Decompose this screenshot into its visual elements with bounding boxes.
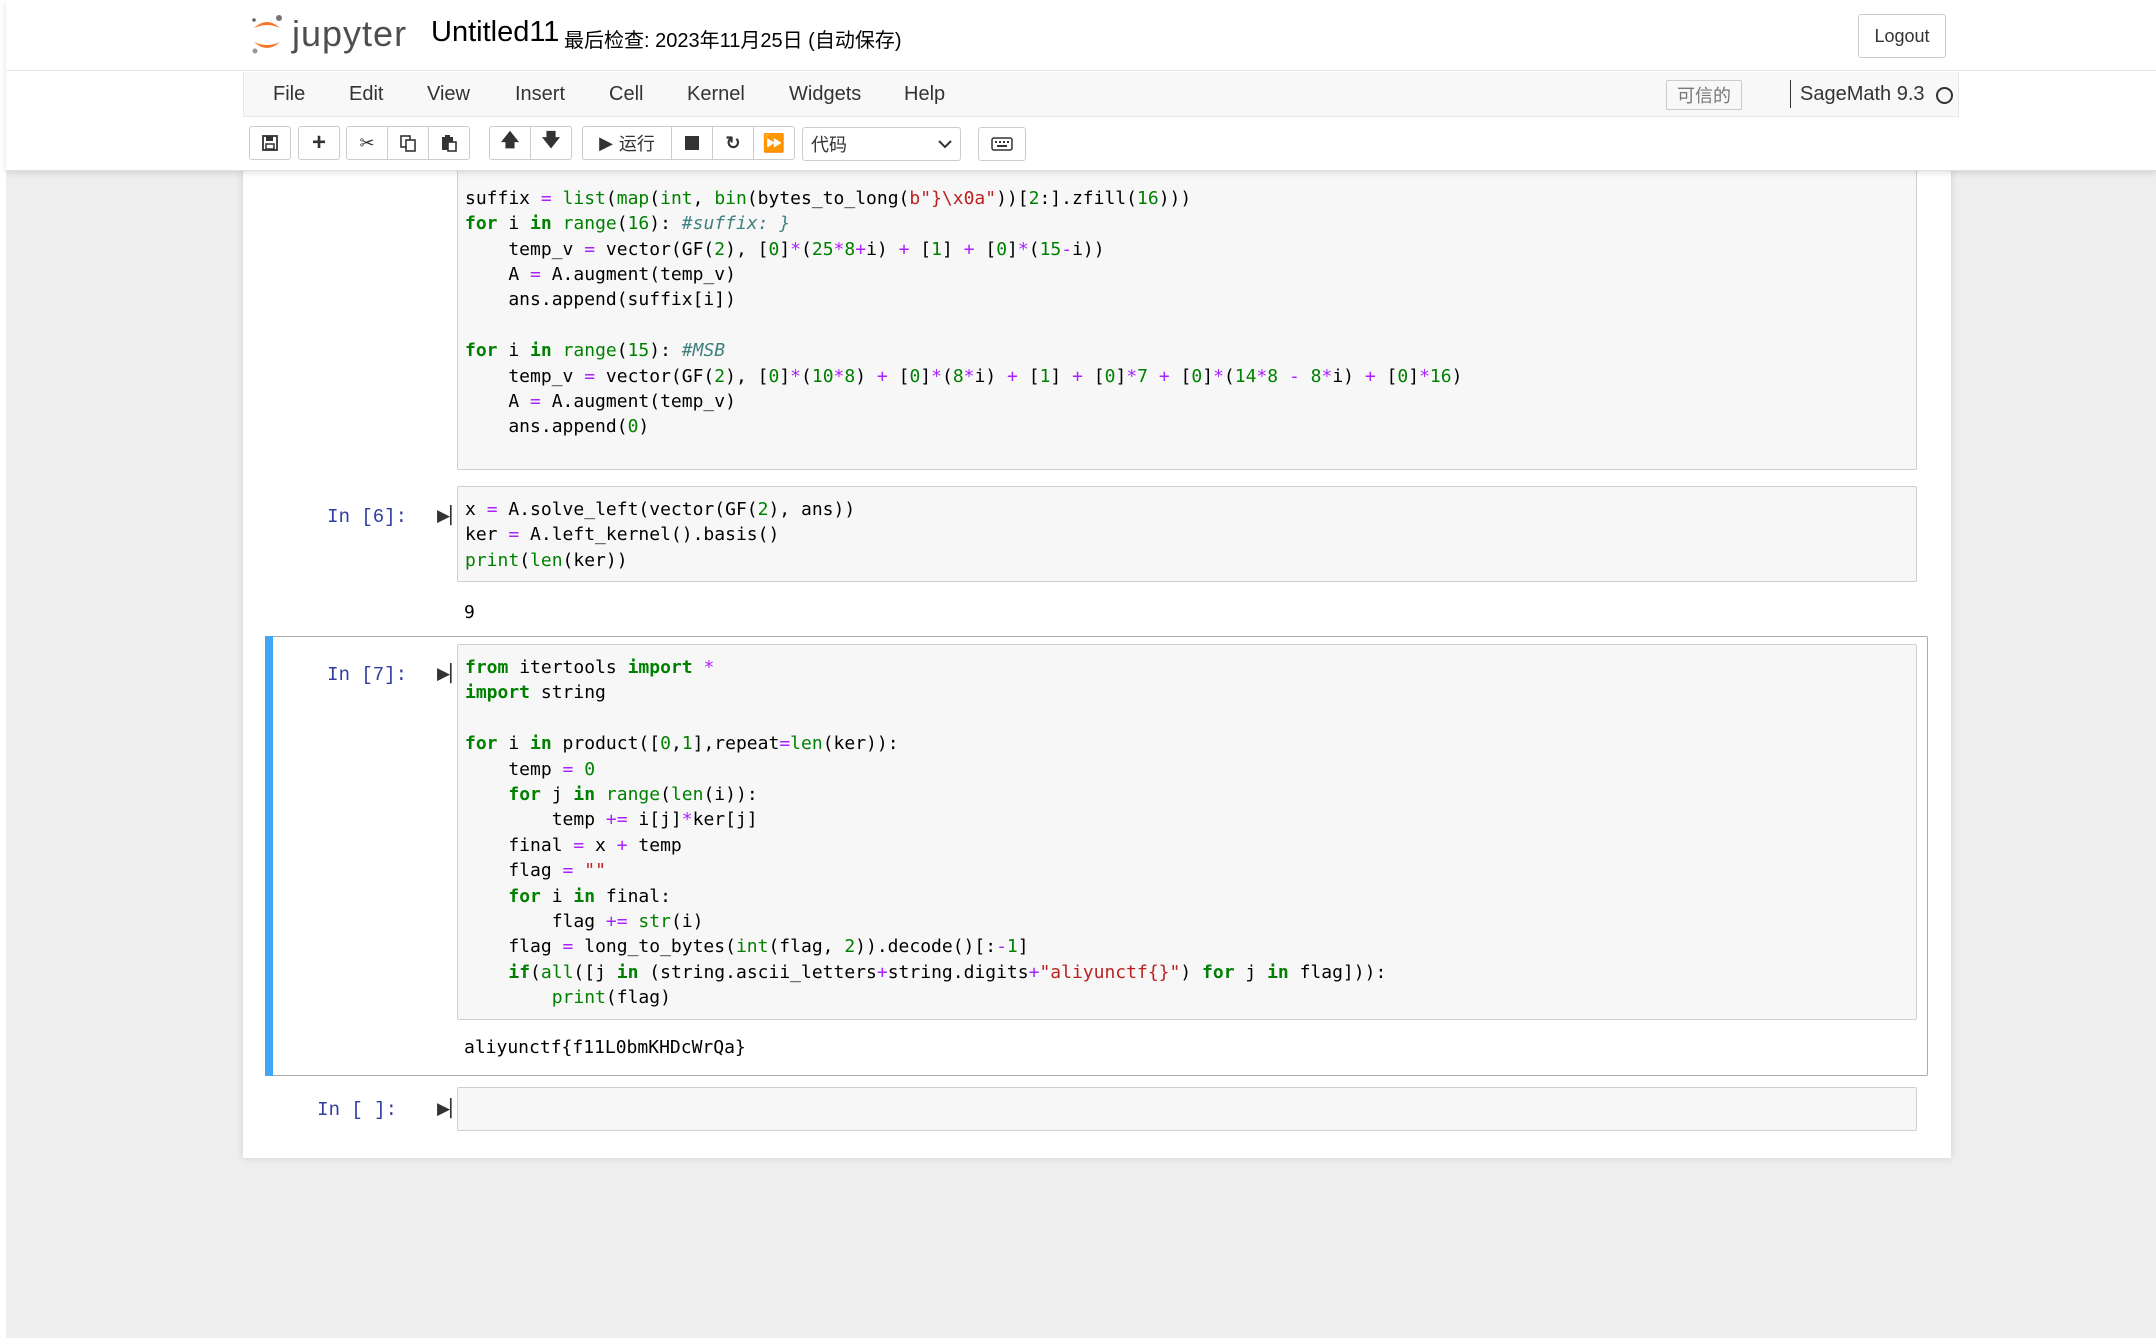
notebook-container: ans.append(prefix[i])suffix = list(map(i… xyxy=(243,120,1951,1158)
code-line: for i in range(15): #MSB xyxy=(465,340,726,362)
code-line: A = A.augment(temp_v) xyxy=(465,390,736,412)
code-line: if(all([j in (string.ascii_letters+strin… xyxy=(508,961,1387,983)
paste-icon xyxy=(442,135,457,152)
code-line: import string xyxy=(465,682,606,704)
jupyter-logo-text: jupyter xyxy=(292,13,408,54)
code-input[interactable] xyxy=(457,1087,1917,1131)
code-line: for j in range(len(i)): xyxy=(508,783,758,805)
code-line: suffix = list(map(int, bin(bytes_to_long… xyxy=(465,187,1192,209)
move-up-button[interactable]: 🡅 xyxy=(489,126,531,160)
run-button-label: 运行 xyxy=(618,134,655,154)
empty-code-cell[interactable]: In [ ]: ▶▏ xyxy=(267,1087,1930,1133)
kernel-name[interactable]: SageMath 9.3 xyxy=(1800,83,1925,106)
command-palette-button[interactable] xyxy=(978,127,1026,161)
scissors-icon: ✂ xyxy=(359,132,375,153)
menu-kernel[interactable]: Kernel xyxy=(687,83,745,106)
code-line: x = A.solve_left(vector(GF(2), ans)) xyxy=(465,499,856,520)
cell-type-value: 代码 xyxy=(811,135,847,155)
code-line: flag = long_to_bytes(int(flag, 2)).decod… xyxy=(465,936,1029,958)
menu-file[interactable]: File xyxy=(273,83,305,106)
interrupt-button[interactable] xyxy=(671,126,713,160)
arrow-up-icon: 🡅 xyxy=(500,130,520,150)
trusted-badge[interactable]: 可信的 xyxy=(1666,80,1742,110)
code-line: ans.append(0) xyxy=(465,416,650,438)
code-line: print(len(ker)) xyxy=(465,549,628,571)
code-line: print(flag) xyxy=(551,987,671,1009)
code-line: flag += str(i) xyxy=(465,910,704,932)
code-line: final = x + temp xyxy=(465,834,682,856)
checkpoint-status: 最后检查: 2023年11月25日 (自动保存) xyxy=(564,30,902,52)
code-line: for i in product([0,1],repeat=len(ker)): xyxy=(465,733,899,755)
code-line: from itertools import * xyxy=(465,657,715,678)
code-line: temp = 0 xyxy=(465,758,596,780)
code-cell-selected[interactable]: In [7]: ▶▏ from itertools import * import… xyxy=(267,644,1930,1074)
cut-button[interactable]: ✂ xyxy=(346,126,388,160)
restart-run-all-button[interactable]: ⏩ xyxy=(753,126,795,160)
logout-button[interactable]: Logout xyxy=(1858,14,1946,58)
menu-widgets[interactable]: Widgets xyxy=(789,83,861,106)
kernel-separator xyxy=(1790,80,1791,108)
menu-cell[interactable]: Cell xyxy=(609,83,643,106)
notebook-header: jupyter Untitled11 最后检查: 2023年11月25日 (自动… xyxy=(6,0,2156,171)
paste-button[interactable] xyxy=(428,126,470,160)
copy-icon xyxy=(400,135,416,152)
code-cell[interactable]: ans.append(prefix[i])suffix = list(map(i… xyxy=(267,120,1930,472)
code-input[interactable]: ans.append(prefix[i])suffix = list(map(i… xyxy=(457,120,1917,470)
save-icon xyxy=(262,135,278,151)
code-line: temp += i[j]*ker[j] xyxy=(465,809,758,831)
cell-prompt: In [6]: xyxy=(327,506,407,528)
restart-button[interactable]: ↻ xyxy=(712,126,754,160)
fast-forward-icon: ⏩ xyxy=(762,132,786,153)
refresh-icon: ↻ xyxy=(725,132,741,153)
code-line: temp_v = vector(GF(2), [0]*(25*8+i) + [1… xyxy=(465,238,1105,260)
code-input[interactable]: from itertools import * import string for … xyxy=(457,644,1917,1020)
code-cell[interactable]: In [6]: ▶▏ x = A.solve_left(vector(GF(2)… xyxy=(267,486,1930,636)
menu-edit[interactable]: Edit xyxy=(349,83,383,106)
move-down-button[interactable]: 🡇 xyxy=(530,126,572,160)
menu-insert[interactable]: Insert xyxy=(515,83,565,106)
header-bar: jupyter Untitled11 最后检查: 2023年11月25日 (自动… xyxy=(6,0,2156,71)
menu-help[interactable]: Help xyxy=(904,83,945,106)
play-icon: ▶ xyxy=(599,132,613,153)
chevron-down-icon xyxy=(938,140,952,149)
cell-prompt: In [ ]: xyxy=(317,1099,397,1121)
cell-output: aliyunctf{f11L0bmKHDcWrQa} xyxy=(464,1037,746,1058)
jupyter-logo[interactable]: jupyter xyxy=(250,12,407,56)
code-line: for i in final: xyxy=(508,885,671,907)
stop-icon xyxy=(685,136,699,150)
cell-type-select[interactable]: 代码 xyxy=(802,127,961,161)
save-button[interactable] xyxy=(249,126,291,160)
copy-button[interactable] xyxy=(387,126,429,160)
plus-icon: + xyxy=(311,129,326,156)
code-line: ans.append(suffix[i]) xyxy=(465,289,736,311)
notebook-name[interactable]: Untitled11 xyxy=(431,16,559,49)
keyboard-icon xyxy=(991,137,1013,151)
code-line: flag = "" xyxy=(465,860,606,882)
arrow-down-icon: 🡇 xyxy=(541,130,561,150)
code-input[interactable]: x = A.solve_left(vector(GF(2), ans)) ker … xyxy=(457,486,1917,582)
menu-bar: File Edit View Insert Cell Kernel Widget… xyxy=(243,72,1959,117)
code-line: ker = A.left_kernel().basis() xyxy=(465,524,780,546)
menu-view[interactable]: View xyxy=(427,83,470,106)
code-line: A = A.augment(temp_v) xyxy=(465,263,736,285)
jupyter-logo-icon xyxy=(252,15,282,54)
code-line: temp_v = vector(GF(2), [0]*(10*8) + [0]*… xyxy=(465,365,1463,387)
kernel-idle-icon xyxy=(1936,87,1953,104)
run-button[interactable]: ▶ 运行 xyxy=(582,126,672,160)
window-edge xyxy=(0,0,6,1338)
code-line: for i in range(16): #suffix: } xyxy=(465,213,791,235)
cell-prompt: In [7]: xyxy=(327,664,407,686)
insert-cell-button[interactable]: + xyxy=(298,126,340,160)
cell-output: 9 xyxy=(464,602,475,623)
